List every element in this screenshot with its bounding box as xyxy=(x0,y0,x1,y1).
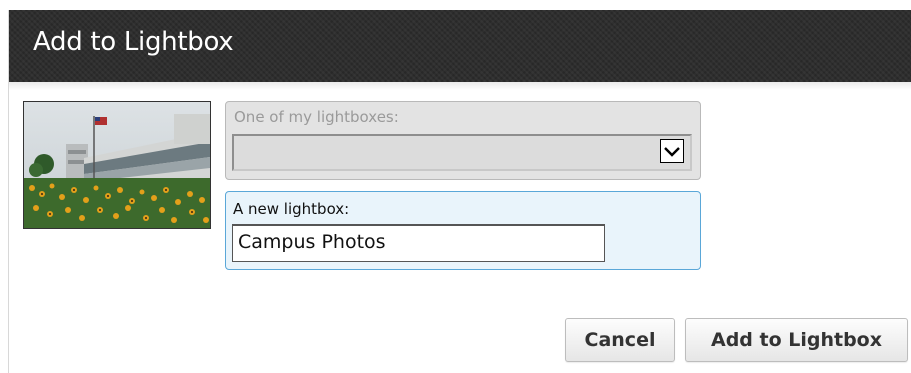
new-lightbox-name-input[interactable]: Campus Photos xyxy=(232,224,605,262)
dialog-title: Add to Lightbox xyxy=(33,27,234,57)
existing-lightbox-label: One of my lightboxes: xyxy=(234,108,399,126)
chevron-down-icon[interactable] xyxy=(660,139,684,163)
dialog-titlebar[interactable]: Add to Lightbox xyxy=(9,10,911,82)
new-lightbox-label: A new lightbox: xyxy=(233,200,350,218)
photo-thumbnail xyxy=(23,101,211,229)
existing-lightbox-group: One of my lightboxes: xyxy=(225,101,701,180)
titlebar-divider xyxy=(9,82,911,90)
cancel-button[interactable]: Cancel xyxy=(565,318,675,362)
existing-lightbox-select[interactable] xyxy=(232,134,692,171)
add-to-lightbox-button[interactable]: Add to Lightbox xyxy=(685,318,908,362)
new-lightbox-group: A new lightbox: Campus Photos xyxy=(225,191,701,270)
add-to-lightbox-dialog: Add to Lightbox One of my lightboxes: A … xyxy=(8,10,911,373)
